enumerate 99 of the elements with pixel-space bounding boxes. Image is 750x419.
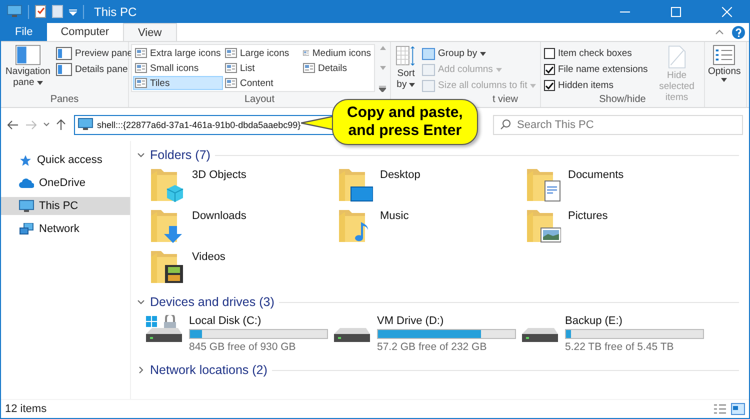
minimize-icon	[620, 10, 630, 12]
pane-icon	[56, 63, 72, 76]
folder-name[interactable]: Music	[380, 206, 409, 222]
drive-icon	[145, 315, 183, 343]
view-option[interactable]: Group by	[421, 46, 538, 61]
folder-name[interactable]: Pictures	[568, 206, 608, 222]
column-icon	[422, 48, 435, 60]
checkbox-option[interactable]: Hidden items	[543, 78, 649, 93]
folder-name[interactable]: 3D Objects	[192, 165, 246, 181]
chevron-icon	[137, 366, 145, 374]
tiles-view-icon[interactable]	[731, 403, 745, 415]
cloud-icon	[19, 178, 34, 188]
view-icon	[303, 48, 310, 58]
drive-icon	[333, 327, 371, 343]
search-icon	[500, 119, 511, 130]
sort-by-button[interactable]: Sort by	[393, 44, 419, 91]
view-icon	[135, 78, 147, 88]
view-icon	[225, 63, 237, 73]
layout-option[interactable]: Medium icons	[301, 46, 373, 60]
close-icon	[722, 6, 732, 16]
caret-icon	[480, 52, 486, 56]
layout-option[interactable]: Small icons	[133, 61, 223, 75]
view-icon	[135, 63, 147, 73]
chevron-icon	[137, 298, 145, 306]
sidebar-item[interactable]: Network	[1, 220, 130, 238]
computer-icon	[19, 200, 34, 212]
folder-name[interactable]: Documents	[568, 165, 624, 181]
free-space: 57.2 GB free of 232 GB	[377, 341, 488, 353]
view-icon	[303, 63, 315, 73]
recent-locations-button[interactable]	[43, 122, 50, 127]
computer-icon	[7, 5, 22, 18]
checkbox[interactable]	[544, 64, 555, 75]
checkbox-option[interactable]: Item check boxes	[543, 46, 649, 61]
document-icon	[668, 45, 686, 69]
group-label: Panes	[50, 94, 79, 106]
layout-option[interactable]: List	[223, 61, 301, 75]
view-icon	[135, 48, 147, 58]
options-icon	[713, 45, 736, 65]
ribbon-tab[interactable]: View	[123, 23, 177, 41]
back-button[interactable]	[7, 120, 19, 130]
section-title: Folders (7)	[150, 148, 210, 162]
drive-icon	[521, 327, 559, 343]
checkbox[interactable]	[544, 80, 555, 91]
sidebar-item[interactable]: Quick access	[1, 151, 130, 169]
column-icon	[422, 80, 435, 92]
item-count: 12 items	[5, 403, 48, 415]
folder-name[interactable]: Downloads	[192, 206, 246, 222]
star-icon	[19, 154, 32, 166]
layout-option[interactable]: Content	[223, 76, 301, 90]
section-toggle[interactable]	[137, 151, 145, 159]
sidebar-item[interactable]: OneDrive	[1, 174, 130, 192]
section-toggle[interactable]	[137, 366, 145, 374]
collapse-ribbon-icon[interactable]	[715, 29, 724, 35]
pane-icon	[56, 47, 72, 60]
drive-name[interactable]: Local Disk (C:)	[189, 315, 328, 327]
up-button[interactable]	[56, 118, 66, 130]
free-space: 845 GB free of 930 GB	[189, 341, 297, 353]
caret-icon	[409, 83, 416, 87]
caret-icon	[530, 84, 536, 88]
window-title: This PC	[94, 4, 138, 18]
drive-name[interactable]: VM Drive (D:)	[377, 315, 516, 327]
network-icon	[19, 222, 34, 236]
details-view-icon[interactable]	[713, 403, 727, 415]
caret-icon	[36, 81, 43, 85]
expand-icon[interactable]	[379, 86, 386, 92]
dropdown-icon[interactable]	[69, 8, 77, 16]
group-label: Layout	[244, 94, 275, 106]
section-title: Devices and drives (3)	[150, 295, 274, 309]
folder-name[interactable]: Desktop	[380, 165, 420, 181]
drive-name[interactable]: Backup (E:)	[565, 315, 704, 327]
caret-icon	[496, 68, 502, 72]
group-label: Show/hide	[599, 94, 646, 106]
computer-icon	[78, 118, 93, 131]
search-field[interactable]: Search This PC	[493, 114, 743, 134]
sidebar-item[interactable]: This PC	[1, 197, 130, 215]
maximize-icon	[670, 6, 680, 16]
layout-option[interactable]: Tiles	[133, 76, 223, 90]
checkbox-option[interactable]: File name extensions	[543, 62, 649, 77]
layout-option[interactable]: Details	[301, 61, 373, 75]
chevron-icon	[137, 151, 145, 159]
checkbox[interactable]	[544, 48, 555, 59]
group-label: t view	[492, 94, 518, 106]
section-toggle[interactable]	[137, 298, 145, 306]
column-icon	[422, 64, 435, 76]
view-icon	[225, 48, 237, 58]
pane-icon	[15, 45, 41, 65]
folder-name[interactable]: Videos	[192, 247, 226, 263]
navigation-pane-button[interactable]: Navigation pane	[3, 44, 53, 89]
layout-option[interactable]: Extra large icons	[133, 46, 223, 60]
layout-option[interactable]: Large icons	[223, 46, 301, 60]
view-icon	[225, 78, 237, 88]
properties-icon[interactable]	[35, 5, 46, 18]
options-button[interactable]: Options	[707, 44, 742, 83]
section-title: Network locations (2)	[150, 363, 268, 377]
file-tab[interactable]: File	[1, 23, 47, 41]
free-space: 5.22 TB free of 5.45 TB	[565, 341, 675, 353]
help-icon[interactable]	[732, 26, 745, 38]
caret-icon	[721, 78, 728, 82]
sort-icon	[396, 45, 416, 67]
